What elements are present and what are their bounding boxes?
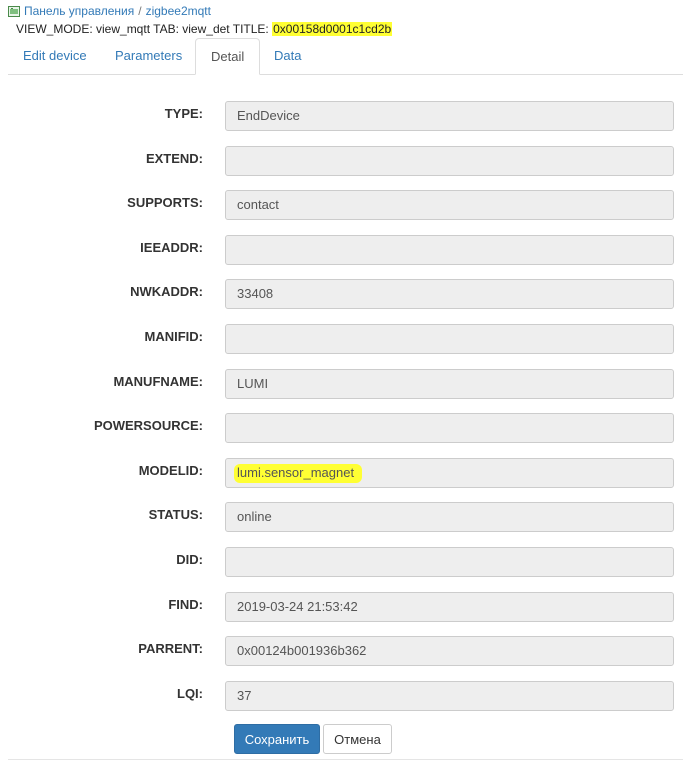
field-row: NWKADDR: 33408 — [0, 279, 683, 309]
field-label: STATUS: — [148, 507, 203, 522]
breadcrumb: Панель управления / zigbee2mqtt — [8, 3, 211, 19]
field-label: MANUFNAME: — [113, 374, 203, 389]
field-row: STATUS: online — [0, 502, 683, 532]
field-value: EndDevice — [237, 108, 300, 123]
view-mode-text: VIEW_MODE: view_mqtt TAB: view_det TITLE… — [16, 22, 269, 36]
field-input[interactable]: online — [225, 502, 674, 532]
control-panel-icon — [8, 5, 20, 17]
field-label: MANIFID: — [144, 329, 204, 344]
field-row: FIND: 2019-03-24 21:53:42 — [0, 592, 683, 622]
field-row: LQI: 37 — [0, 681, 683, 711]
breadcrumb-home-link[interactable]: Панель управления — [24, 3, 134, 19]
field-row: PARRENT: 0x00124b001936b362 — [0, 636, 683, 666]
field-input[interactable] — [225, 324, 674, 354]
field-row: MANIFID: — [0, 324, 683, 354]
breadcrumb-separator: / — [138, 4, 142, 18]
device-title: 0x00158d0001c1cd2b — [272, 22, 393, 36]
divider — [8, 759, 683, 760]
field-input[interactable]: lumi.sensor_magnet — [225, 458, 674, 488]
field-label: IEEADDR: — [140, 240, 203, 255]
field-input[interactable]: EndDevice — [225, 101, 674, 131]
field-value: contact — [237, 197, 279, 212]
field-input[interactable]: contact — [225, 190, 674, 220]
field-input[interactable]: LUMI — [225, 369, 674, 399]
field-input[interactable]: 33408 — [225, 279, 674, 309]
field-label: NWKADDR: — [130, 284, 203, 299]
field-row: EXTEND: — [0, 146, 683, 176]
field-value: 37 — [237, 688, 252, 703]
field-label: MODELID: — [138, 463, 203, 478]
field-value: 2019-03-24 21:53:42 — [237, 599, 358, 614]
field-row: IEEADDR: — [0, 235, 683, 265]
cancel-button[interactable]: Отмена — [323, 724, 392, 754]
field-label: EXTEND: — [145, 151, 203, 166]
field-input[interactable] — [225, 146, 674, 176]
save-button[interactable]: Сохранить — [234, 724, 320, 754]
field-row: MODELID: lumi.sensor_magnet — [0, 458, 683, 488]
field-label: POWERSOURCE: — [93, 418, 203, 433]
field-value: 33408 — [237, 286, 274, 301]
tab-bar: Edit device Parameters Detail Data — [8, 38, 683, 75]
view-mode-info: VIEW_MODE: view_mqtt TAB: view_det TITLE… — [16, 21, 393, 37]
field-row: POWERSOURCE: — [0, 413, 683, 443]
field-label: LQI: — [177, 686, 203, 701]
field-value: LUMI — [237, 376, 269, 391]
tab-parameters[interactable]: Parameters — [100, 38, 197, 73]
field-value: lumi.sensor_magnet — [234, 464, 363, 483]
field-value: online — [237, 509, 272, 524]
field-label: FIND: — [168, 597, 203, 612]
field-label: DID: — [176, 552, 203, 567]
field-row: MANUFNAME: LUMI — [0, 369, 683, 399]
field-label: PARRENT: — [138, 641, 203, 656]
page: Панель управления / zigbee2mqtt VIEW_MOD… — [0, 0, 683, 763]
field-label: SUPPORTS: — [127, 195, 203, 210]
field-row: DID: — [0, 547, 683, 577]
field-input[interactable]: 37 — [225, 681, 674, 711]
breadcrumb-current-link[interactable]: zigbee2mqtt — [146, 3, 211, 19]
field-row: SUPPORTS: contact — [0, 190, 683, 220]
field-input[interactable] — [225, 235, 674, 265]
tab-data[interactable]: Data — [259, 38, 316, 73]
field-label: TYPE: — [164, 106, 203, 121]
tab-detail[interactable]: Detail — [195, 38, 261, 75]
field-row: TYPE: EndDevice — [0, 101, 683, 131]
field-input[interactable] — [225, 413, 674, 443]
field-input[interactable] — [225, 547, 674, 577]
tab-edit-device[interactable]: Edit device — [8, 38, 102, 73]
field-input[interactable]: 2019-03-24 21:53:42 — [225, 592, 674, 622]
field-input[interactable]: 0x00124b001936b362 — [225, 636, 674, 666]
field-value: 0x00124b001936b362 — [237, 643, 367, 658]
